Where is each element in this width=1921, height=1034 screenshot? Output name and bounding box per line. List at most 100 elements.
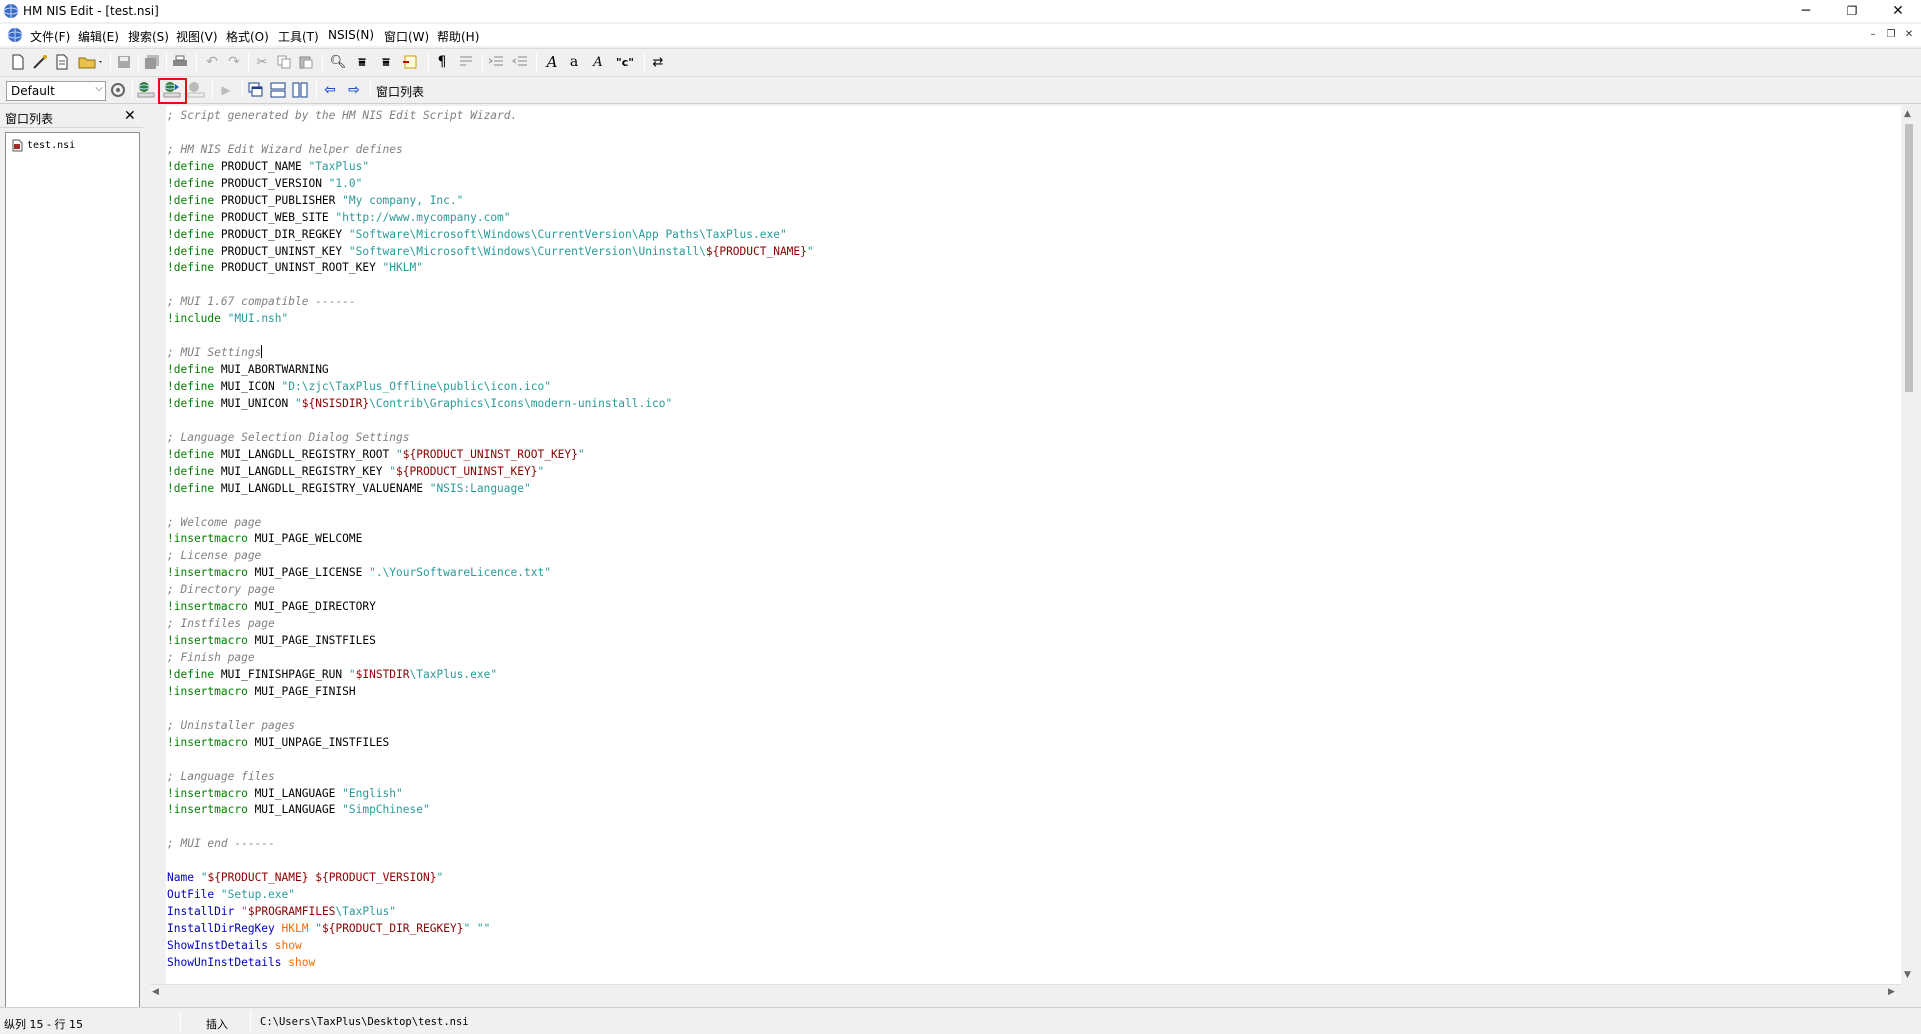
print-icon[interactable]	[170, 52, 190, 72]
code-line[interactable]: ; License page	[167, 548, 814, 565]
tile-horizontal-icon[interactable]	[268, 80, 288, 100]
code-line[interactable]	[167, 413, 814, 430]
code-line[interactable]: !insertmacro MUI_PAGE_FINISH	[167, 684, 814, 701]
scroll-left-icon[interactable]: ◀	[152, 987, 159, 997]
paste-icon[interactable]	[296, 52, 316, 72]
code-line[interactable]: OutFile "Setup.exe"	[167, 887, 814, 904]
code-line[interactable]	[167, 752, 814, 769]
panel-close-icon[interactable]: ✕	[124, 108, 136, 124]
menu-search[interactable]: 搜索(S)	[128, 28, 169, 45]
code-line[interactable]	[167, 701, 814, 718]
tile-vertical-icon[interactable]	[290, 80, 310, 100]
code-line[interactable]: !insertmacro MUI_UNPAGE_INSTFILES	[167, 735, 814, 752]
code-line[interactable]: !define PRODUCT_UNINST_ROOT_KEY "HKLM"	[167, 260, 814, 277]
mdi-minimize-button[interactable]: –	[1866, 29, 1880, 41]
code-line[interactable]: ; Directory page	[167, 582, 814, 599]
cascade-icon[interactable]	[246, 80, 266, 100]
new-file-icon[interactable]	[8, 52, 28, 72]
code-line[interactable]: !insertmacro MUI_LANGUAGE "SimpChinese"	[167, 802, 814, 819]
code-line[interactable]: !define PRODUCT_WEB_SITE "http://www.myc…	[167, 210, 814, 227]
code-line[interactable]: InstallDirRegKey HKLM "${PRODUCT_DIR_REG…	[167, 921, 814, 938]
code-line[interactable]: !define MUI_FINISHPAGE_RUN "$INSTDIR\Tax…	[167, 667, 814, 684]
mdi-restore-button[interactable]: ❐	[1884, 29, 1898, 41]
close-button[interactable]: ✕	[1875, 0, 1921, 22]
quote-string-icon[interactable]: "c"	[612, 52, 638, 72]
vertical-scrollbar[interactable]: ▲ ▼	[1901, 106, 1918, 984]
code-line[interactable]: !include "MUI.nsh"	[167, 311, 814, 328]
find-next-icon[interactable]: ⩸	[352, 52, 372, 72]
code-line[interactable]: ; Language Selection Dialog Settings	[167, 430, 814, 447]
code-line[interactable]: ShowInstDetails show	[167, 938, 814, 955]
font-icon[interactable]: A	[542, 52, 562, 72]
code-line[interactable]: !define PRODUCT_UNINST_KEY "Software\Mic…	[167, 244, 814, 261]
code-line[interactable]: Name "${PRODUCT_NAME} ${PRODUCT_VERSION}…	[167, 870, 814, 887]
document-globe-icon[interactable]	[7, 27, 23, 43]
code-line[interactable]: !insertmacro MUI_PAGE_LICENSE ".\YourSof…	[167, 565, 814, 582]
code-line[interactable]: ; MUI 1.67 compatible ------	[167, 294, 814, 311]
code-line[interactable]: !insertmacro MUI_PAGE_DIRECTORY	[167, 599, 814, 616]
code-line[interactable]	[167, 125, 814, 142]
list-item[interactable]: test.nsi	[12, 139, 75, 152]
menu-format[interactable]: 格式(O)	[226, 28, 269, 45]
lowercase-icon[interactable]: a	[564, 52, 584, 72]
undo-icon[interactable]: ↶	[202, 52, 222, 72]
code-line[interactable]: ; Script generated by the HM NIS Edit Sc…	[167, 108, 814, 125]
pilcrow-icon[interactable]: ¶	[432, 52, 452, 72]
horizontal-scrollbar[interactable]: ◀ ▶	[150, 984, 1901, 1001]
save-all-icon[interactable]	[142, 52, 162, 72]
code-line[interactable]: ; MUI Settings	[167, 345, 814, 362]
menu-file[interactable]: 文件(F)	[30, 28, 70, 45]
find-icon[interactable]: 🔍︎	[328, 52, 348, 72]
code-line[interactable]: !define MUI_LANGDLL_REGISTRY_VALUENAME "…	[167, 481, 814, 498]
scrollbar-thumb[interactable]	[1905, 124, 1913, 392]
swap-icon[interactable]: ⇄	[648, 52, 668, 72]
goto-icon[interactable]	[400, 52, 420, 72]
outdent-icon[interactable]	[510, 52, 530, 72]
code-line[interactable]: ; Finish page	[167, 650, 814, 667]
save-icon[interactable]	[114, 52, 134, 72]
menu-edit[interactable]: 编辑(E)	[78, 28, 119, 45]
code-line[interactable]: !define MUI_ICON "D:\zjc\TaxPlus_Offline…	[167, 379, 814, 396]
next-window-icon[interactable]: ⇨	[344, 80, 364, 100]
code-line[interactable]: ; Instfiles page	[167, 616, 814, 633]
menu-view[interactable]: 视图(V)	[176, 28, 218, 45]
code-line[interactable]: !insertmacro MUI_LANGUAGE "English"	[167, 786, 814, 803]
code-line[interactable]	[167, 853, 814, 870]
uppercase-icon[interactable]: A	[588, 52, 608, 72]
scroll-up-icon[interactable]: ▲	[1904, 109, 1911, 119]
copy-icon[interactable]	[274, 52, 294, 72]
code-line[interactable]	[167, 819, 814, 836]
test-installer-icon[interactable]	[186, 80, 206, 100]
menu-nsis[interactable]: NSIS(N)	[328, 28, 374, 42]
menu-tools[interactable]: 工具(T)	[278, 28, 319, 45]
new-wizard-icon[interactable]	[30, 52, 50, 72]
replace-icon[interactable]: ⩸	[376, 52, 396, 72]
wordwrap-icon[interactable]	[456, 52, 476, 72]
code-line[interactable]: !define MUI_LANGDLL_REGISTRY_ROOT "${PRO…	[167, 447, 814, 464]
minimize-button[interactable]: ─	[1783, 0, 1829, 22]
config-select[interactable]: Default ⌵	[6, 81, 106, 101]
open-folder-icon[interactable]	[76, 52, 106, 72]
code-line[interactable]: !define PRODUCT_NAME "TaxPlus"	[167, 159, 814, 176]
code-text[interactable]: ; Script generated by the HM NIS Edit Sc…	[167, 108, 814, 972]
code-line[interactable]: !define MUI_UNICON "${NSISDIR}\Contrib\G…	[167, 396, 814, 413]
code-line[interactable]: ; HM NIS Edit Wizard helper defines	[167, 142, 814, 159]
code-line[interactable]: !define MUI_ABORTWARNING	[167, 362, 814, 379]
code-line[interactable]: ; Language files	[167, 769, 814, 786]
previous-window-icon[interactable]: ⇦	[320, 80, 340, 100]
code-line[interactable]: !define PRODUCT_DIR_REGKEY "Software\Mic…	[167, 227, 814, 244]
scroll-right-icon[interactable]: ▶	[1888, 987, 1895, 997]
code-line[interactable]: InstallDir "$PROGRAMFILES\TaxPlus"	[167, 904, 814, 921]
cut-icon[interactable]: ✂	[252, 52, 272, 72]
menu-window[interactable]: 窗口(W)	[384, 28, 429, 45]
code-line[interactable]: ; MUI end ------	[167, 836, 814, 853]
code-line[interactable]: !define PRODUCT_VERSION "1.0"	[167, 176, 814, 193]
code-line[interactable]: !define MUI_LANGDLL_REGISTRY_KEY "${PROD…	[167, 464, 814, 481]
config-settings-icon[interactable]	[108, 80, 128, 100]
indent-icon[interactable]	[486, 52, 506, 72]
restore-button[interactable]: ❐	[1829, 0, 1875, 22]
compile-icon[interactable]	[136, 80, 156, 100]
code-line[interactable]	[167, 498, 814, 515]
code-line[interactable]: !define PRODUCT_PUBLISHER "My company, I…	[167, 193, 814, 210]
code-line[interactable]: ; Welcome page	[167, 515, 814, 532]
